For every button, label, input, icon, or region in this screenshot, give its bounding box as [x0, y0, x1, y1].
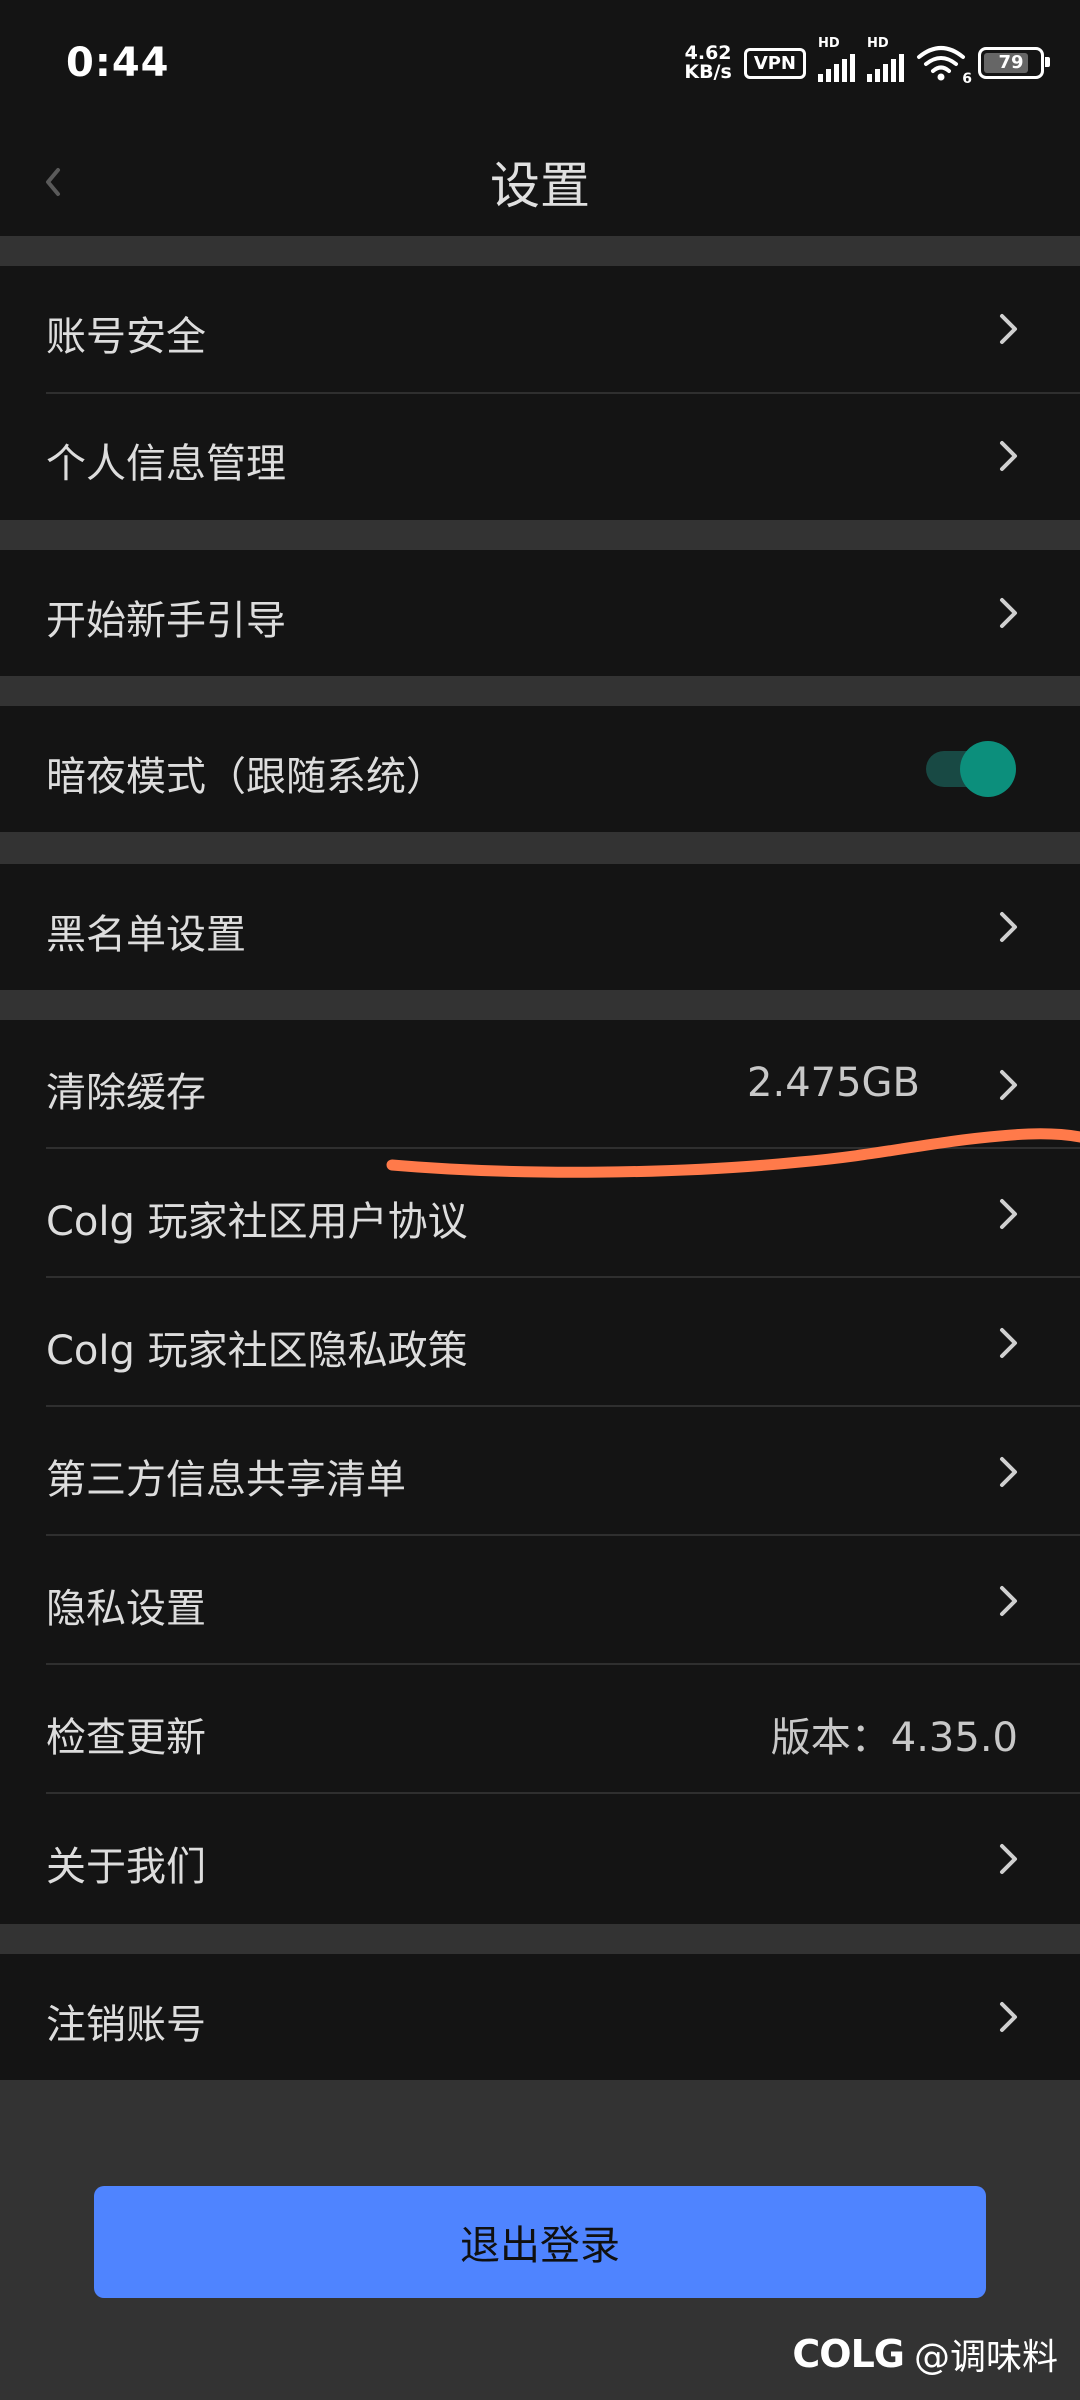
- annotation-underline: [386, 1128, 1080, 1178]
